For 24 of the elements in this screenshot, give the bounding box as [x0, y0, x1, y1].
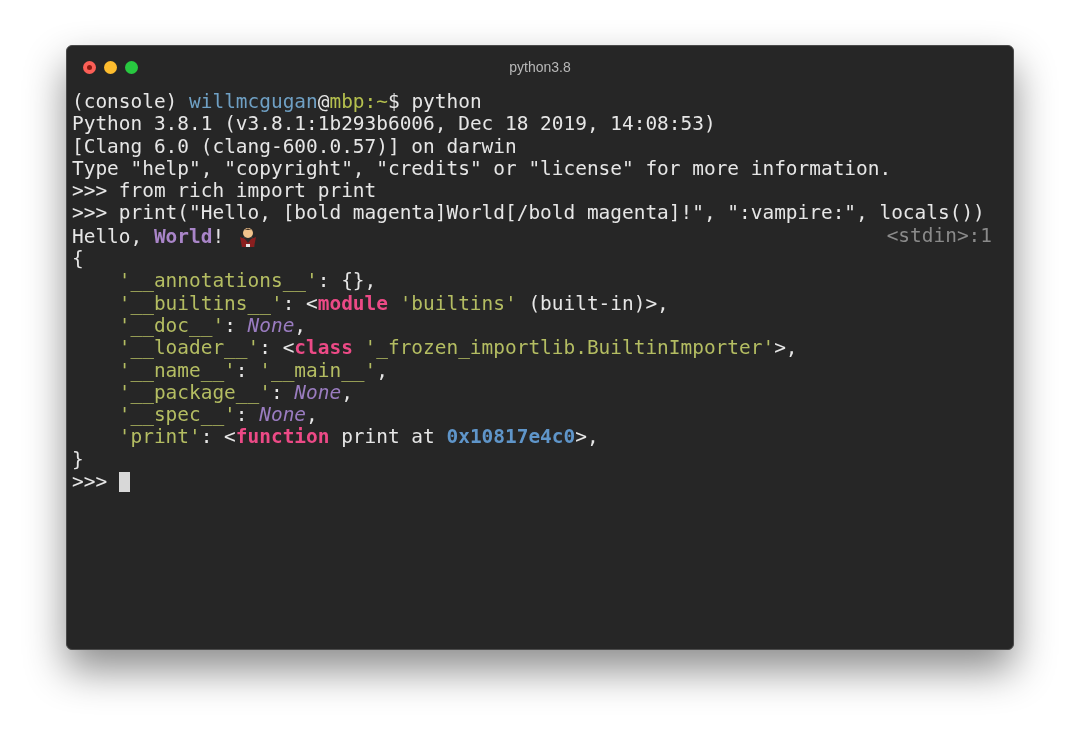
terminal-line: >>> from rich import print [72, 180, 377, 203]
source-location: <stdin>:1 [886, 224, 992, 249]
terminal-line: '__doc__': None, [118, 314, 307, 338]
terminal-line: '__spec__': None, [118, 404, 318, 427]
terminal-line: '__builtins__': <module 'builtins' (built-in)>, [118, 292, 669, 315]
terminal-line: } [72, 448, 84, 472]
terminal-line: '__annotations__': {}, [118, 270, 377, 293]
cursor [118, 472, 130, 493]
prompt: >>> [72, 471, 109, 494]
terminal-line: Type "help", "copyright", "credits" or "license" for more information. [72, 157, 892, 181]
terminal-line: [Clang 6.0 (clang-600.0.57)] on darwin [72, 135, 517, 158]
terminal-line: '__name__': '__main__', [118, 359, 388, 382]
terminal-line: '__package__': None, [118, 381, 353, 405]
zoom-button[interactable] [125, 61, 138, 74]
terminal-line: { [72, 248, 84, 271]
close-button[interactable] [83, 61, 96, 74]
terminal-line: >>> print("Hello, [bold magenta]World[/bold magenta]!", ":vampire:", locals()) [72, 202, 985, 225]
terminal-line: '__loader__': <class '_frozen_importlib.BuiltinImporter'>, [118, 337, 798, 360]
terminal-line: Hello, World! [72, 224, 258, 249]
terminal-line: (console) willmcgugan@mbp:~$ python [72, 91, 482, 114]
window-title: python3.8 [509, 58, 571, 77]
minimize-button[interactable] [104, 61, 117, 74]
terminal-line: 'print': <function print at 0x10817e4c0>, [118, 426, 599, 449]
terminal-line: Python 3.8.1 (v3.8.1:1b293b6006, Dec 18 2019, 14:08:53) [72, 113, 716, 136]
